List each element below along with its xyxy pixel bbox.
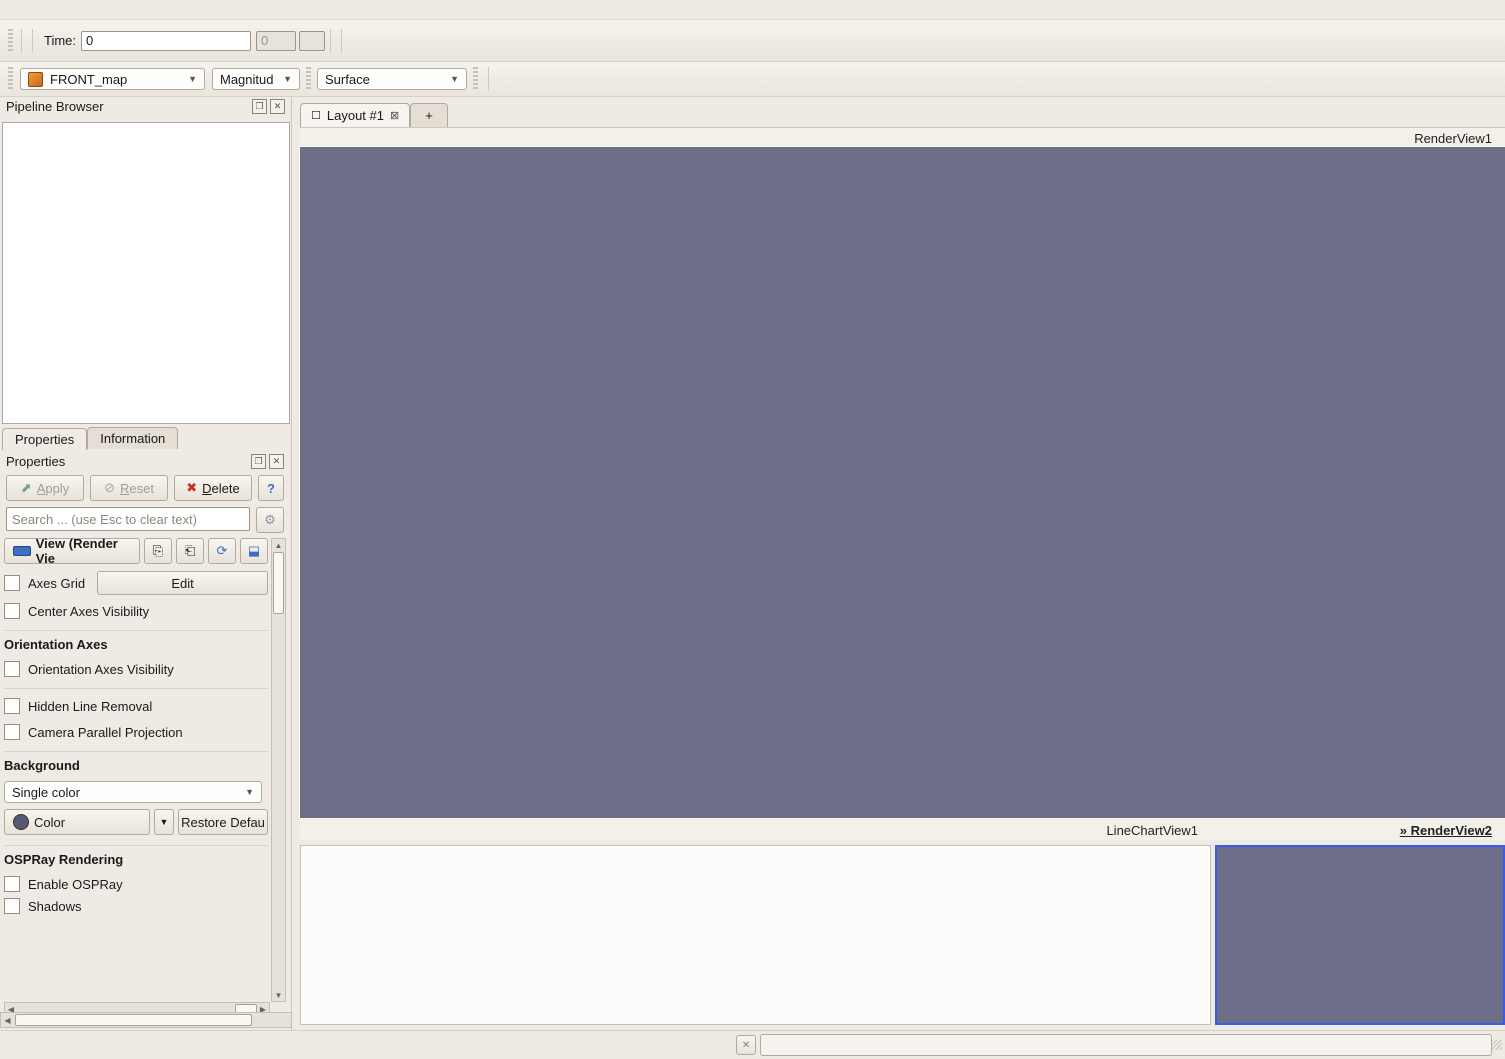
toolbar-handle[interactable] (8, 67, 13, 91)
orientation-axes-label: Orientation Axes Visibility (28, 662, 174, 677)
view-section-header[interactable]: View (Render Vie (4, 538, 140, 564)
background-color-button[interactable]: Color (4, 809, 150, 835)
add-layout-tab[interactable]: + (410, 103, 448, 127)
paste-properties-button[interactable]: ⎗ (176, 538, 204, 564)
view-area: ☐ Layout #1 ⊠ + RenderView1 LineChartVie… (300, 100, 1505, 1030)
dock-hscrollbar[interactable]: ◀ (0, 1012, 292, 1028)
close-panel-button[interactable]: ✕ (270, 99, 285, 114)
tab-properties[interactable]: Properties (2, 428, 87, 450)
layout-icon: ☐ (311, 109, 321, 122)
enable-ospray-label: Enable OSPRay (28, 877, 123, 892)
float-panel-button[interactable]: ❐ (252, 99, 267, 114)
center-axes-label: Center Axes Visibility (28, 604, 149, 619)
hidden-line-label: Hidden Line Removal (28, 699, 152, 714)
apply-button[interactable]: ⬈Apply (6, 475, 84, 501)
close-panel-button[interactable]: ✕ (269, 454, 284, 469)
chevron-down-icon: ▼ (160, 817, 169, 827)
time-index-spinner (299, 31, 325, 51)
chevron-down-icon: ▼ (283, 74, 292, 84)
search-options-button[interactable]: ⚙ (256, 507, 284, 533)
resize-grip[interactable] (1492, 1040, 1502, 1050)
render-view-2-toolbar: » RenderView2 (1211, 820, 1505, 840)
gear-icon: ⚙ (264, 512, 276, 528)
save-defaults-button[interactable]: ⬓ (240, 538, 268, 564)
color-swatch (13, 814, 29, 830)
properties-scroll-area: View (Render Vie ⎘ ⎗ ⟳ ⬓ Axes Grid Edit … (4, 538, 268, 1000)
properties-vscrollbar[interactable]: ▲ ▼ (271, 538, 286, 1002)
render-view-2[interactable] (1215, 845, 1505, 1025)
linechartview1-title: LineChartView1 (1106, 823, 1198, 838)
layout-tab-bar: ☐ Layout #1 ⊠ + (300, 100, 1505, 128)
status-bar: ✕ (0, 1030, 1505, 1059)
search-input[interactable]: Search ... (use Esc to clear text) (6, 507, 250, 531)
center-axes-checkbox[interactable] (4, 603, 20, 619)
background-header: Background (4, 751, 268, 773)
render-view-toolbar: RenderView1 (300, 128, 1505, 148)
camera-parallel-checkbox[interactable] (4, 724, 20, 740)
reload-properties-button[interactable]: ⟳ (208, 538, 236, 564)
properties-title: Properties (6, 454, 65, 469)
orientation-axes-checkbox[interactable] (4, 661, 20, 677)
background-mode-combo[interactable]: Single color ▼ (4, 781, 262, 803)
axes-grid-checkbox[interactable] (4, 575, 20, 591)
time-index-input: 0 (256, 31, 296, 51)
edit-axes-grid-button[interactable]: Edit (97, 571, 268, 595)
chevron-down-icon: ▼ (245, 787, 254, 797)
enable-ospray-checkbox[interactable] (4, 876, 20, 892)
copy-icon: ⎘ (153, 543, 163, 559)
ospray-header: OSPRay Rendering (4, 845, 268, 867)
toolbar-handle[interactable] (8, 29, 13, 53)
array-type-icon (28, 72, 43, 87)
float-panel-button[interactable]: ❐ (251, 454, 266, 469)
close-tab-icon[interactable]: ⊠ (390, 109, 399, 122)
restore-defaults-button[interactable]: Restore Defau (178, 809, 268, 835)
abort-progress-button[interactable]: ✕ (736, 1035, 756, 1055)
tab-information[interactable]: Information (87, 427, 178, 449)
reset-button[interactable]: ⊘Reset (90, 475, 168, 501)
chart-view-toolbar: LineChartView1 (300, 820, 1211, 840)
menu-bar (0, 0, 1505, 20)
color-array-combo[interactable]: FRONT_map ▼ (20, 68, 205, 90)
orientation-axes-header: Orientation Axes (4, 630, 268, 652)
left-dock: Pipeline Browser ❐ ✕ Properties Informat… (0, 97, 292, 1030)
renderview1-title: RenderView1 (1414, 131, 1492, 146)
hidden-line-checkbox[interactable] (4, 698, 20, 714)
pipeline-browser-title: Pipeline Browser (6, 99, 104, 114)
render-view-1[interactable] (300, 147, 1505, 818)
properties-panel: Properties ❐ ✕ ⬈Apply ⊘Reset ✖Delete ? S… (0, 450, 290, 1010)
tab-layout-1[interactable]: ☐ Layout #1 ⊠ (300, 103, 410, 127)
chevron-down-icon: ▼ (450, 74, 459, 84)
display-toolbar: FRONT_map ▼ Magnitud ▼ Surface ▼ (0, 62, 1505, 97)
camera-parallel-label: Camera Parallel Projection (28, 725, 183, 740)
delete-button[interactable]: ✖Delete (174, 475, 252, 501)
axes-grid-label: Axes Grid (28, 576, 85, 591)
progress-bar (760, 1034, 1492, 1056)
save-icon: ⬓ (248, 543, 260, 559)
color-menu-button[interactable]: ▼ (154, 809, 174, 835)
renderview2-title: » RenderView2 (1400, 823, 1492, 838)
copy-properties-button[interactable]: ⎘ (144, 538, 172, 564)
help-button[interactable]: ? (258, 475, 284, 501)
representation-combo[interactable]: Surface ▼ (317, 68, 467, 90)
shadows-label: Shadows (28, 899, 81, 914)
paste-icon: ⎗ (185, 543, 195, 559)
main-toolbar: Time: 0 0 (0, 20, 1505, 62)
time-input[interactable]: 0 (81, 31, 251, 51)
chevron-down-icon: ▼ (188, 74, 197, 84)
line-chart-view[interactable] (300, 845, 1211, 1025)
component-combo[interactable]: Magnitud ▼ (212, 68, 300, 90)
panel-tab-row: Properties Information (2, 425, 290, 449)
time-label: Time: (44, 33, 76, 48)
pipeline-tree (2, 122, 290, 424)
refresh-icon: ⟳ (217, 543, 228, 559)
shadows-checkbox[interactable] (4, 898, 20, 914)
